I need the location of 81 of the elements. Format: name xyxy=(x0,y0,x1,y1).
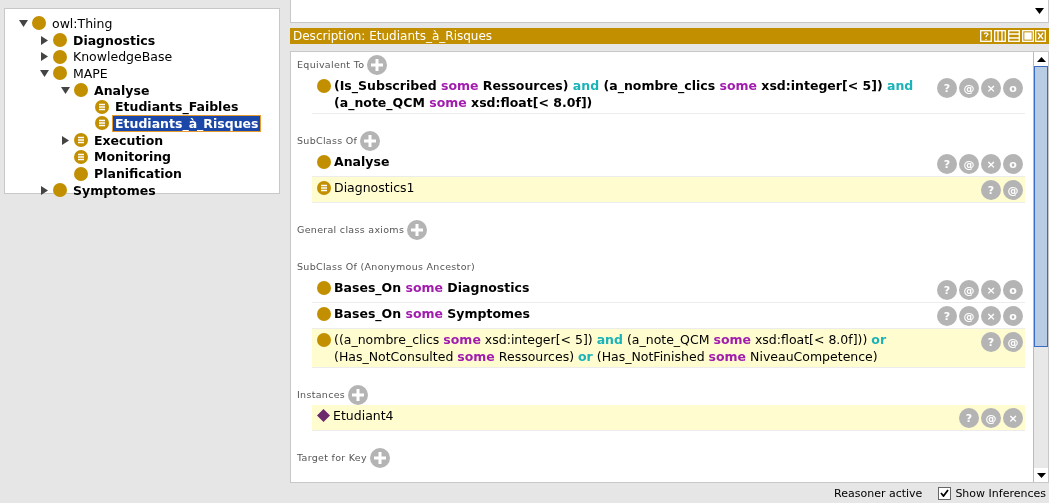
class-icon xyxy=(317,281,331,295)
section-title: Instances xyxy=(297,389,346,400)
tree-item[interactable]: Execution xyxy=(92,132,166,148)
class-icon xyxy=(53,66,67,81)
axiom-action-button[interactable]: @ xyxy=(1003,180,1023,200)
class-icon xyxy=(32,16,46,31)
diamond-icon xyxy=(317,409,330,422)
scroll-down-icon[interactable] xyxy=(1036,472,1046,478)
collapse-toggle-icon[interactable] xyxy=(40,68,49,78)
tree-item[interactable]: Analyse xyxy=(92,82,152,98)
panel-title: Description: Etudiants_à_Risques xyxy=(293,29,493,43)
view-controls-icon[interactable] xyxy=(980,30,1046,42)
class-icon xyxy=(74,166,88,181)
axiom-expression: ((a_nombre_clics some xsd:integer[< 5]) and (a_note_QCM some xsd:float[< 8.0f])) or (Has_NotConsulted some Ressources) or (Has_NotFinished some NiveauCompetence) xyxy=(334,331,888,365)
axiom-action-button[interactable]: @ xyxy=(959,78,979,98)
class-icon xyxy=(53,33,67,48)
axiom-expression: Diagnostics1 xyxy=(334,179,416,196)
tree-item[interactable]: Diagnostics xyxy=(71,32,158,48)
axiom-action-button[interactable]: × xyxy=(981,280,1001,300)
axiom-action-button[interactable]: ? xyxy=(937,280,957,300)
axiom-expression: (Is_Subscribed some Ressources) and (a_nombre_clics some xsd:integer[< 5]) and (a_note_QCM some xsd:float[< 8.0f]) xyxy=(334,77,915,111)
axiom-action-button[interactable]: @ xyxy=(981,408,1001,428)
class-icon xyxy=(317,79,331,93)
show-inferences-checkbox[interactable] xyxy=(938,486,952,500)
section-title: SubClass Of xyxy=(297,135,358,146)
expand-toggle-icon[interactable] xyxy=(40,52,49,62)
tree-item[interactable]: Etudiants_Faibles xyxy=(113,99,241,115)
tree-item[interactable]: Symptomes xyxy=(71,182,158,198)
expand-toggle-icon[interactable] xyxy=(40,35,49,45)
tree-item[interactable]: Monitoring xyxy=(92,149,174,165)
tree-item[interactable]: KnowledgeBase xyxy=(71,49,175,65)
scrollbar-thumb[interactable] xyxy=(1034,66,1048,348)
collapse-toggle-icon[interactable] xyxy=(61,85,70,95)
axiom-action-button[interactable]: o xyxy=(1003,78,1023,98)
axiom-action-button[interactable]: × xyxy=(981,154,1001,174)
axiom-action-button[interactable]: ? xyxy=(959,408,979,428)
defined-class-icon xyxy=(95,99,109,114)
axiom-action-button[interactable]: ? xyxy=(937,154,957,174)
section-title: SubClass Of (Anonymous Ancestor) xyxy=(297,261,475,272)
axiom-action-button[interactable]: o xyxy=(1003,280,1023,300)
axiom-action-button[interactable]: @ xyxy=(959,306,979,326)
class-icon xyxy=(317,307,331,321)
expand-toggle-icon[interactable] xyxy=(61,135,70,145)
defined-class-icon xyxy=(74,133,88,148)
expand-toggle-icon[interactable] xyxy=(40,185,49,195)
scroll-down-icon[interactable] xyxy=(1035,8,1044,14)
section-title: Target for Key xyxy=(297,452,367,463)
axiom-expression: Etudiant4 xyxy=(333,407,395,424)
class-icon xyxy=(317,333,331,347)
axiom-action-button[interactable]: @ xyxy=(1003,332,1023,352)
tree-item[interactable]: Planification xyxy=(92,166,184,182)
axiom-expression: Bases_On some Diagnostics xyxy=(334,279,531,296)
collapse-toggle-icon[interactable] xyxy=(19,18,28,28)
reasoner-status: Reasoner active xyxy=(834,486,923,500)
axiom-action-button[interactable]: ? xyxy=(937,306,957,326)
tree-item[interactable]: Etudiants_à_Risques xyxy=(113,115,261,131)
class-icon xyxy=(74,83,88,98)
defined-class-icon xyxy=(95,116,109,131)
axiom-action-button[interactable]: @ xyxy=(959,280,979,300)
axiom-action-button[interactable]: × xyxy=(981,306,1001,326)
defined-class-icon xyxy=(74,149,88,164)
section-title: General class axioms xyxy=(297,224,405,235)
checkbox-label[interactable]: Show Inferences xyxy=(955,486,1046,500)
axiom-expression: Bases_On some Symptomes xyxy=(334,305,531,322)
axiom-action-button[interactable]: ? xyxy=(981,332,1001,352)
class-icon xyxy=(317,155,331,169)
tree-item[interactable]: MAPE xyxy=(71,65,110,81)
axiom-action-button[interactable]: ? xyxy=(937,78,957,98)
axiom-action-button[interactable]: × xyxy=(1003,408,1023,428)
class-icon xyxy=(53,183,67,198)
class-icon xyxy=(53,49,67,64)
axiom-action-button[interactable]: @ xyxy=(959,154,979,174)
axiom-action-button[interactable]: o xyxy=(1003,154,1023,174)
section-title: Equivalent To xyxy=(297,59,365,70)
axiom-action-button[interactable]: ? xyxy=(981,180,1001,200)
defined-class-icon xyxy=(317,181,331,195)
scroll-up-icon[interactable] xyxy=(1036,56,1046,62)
tree-item[interactable]: owl:Thing xyxy=(50,15,115,31)
axiom-action-button[interactable]: × xyxy=(981,78,1001,98)
axiom-expression: Analyse xyxy=(334,153,391,170)
axiom-action-button[interactable]: o xyxy=(1003,306,1023,326)
